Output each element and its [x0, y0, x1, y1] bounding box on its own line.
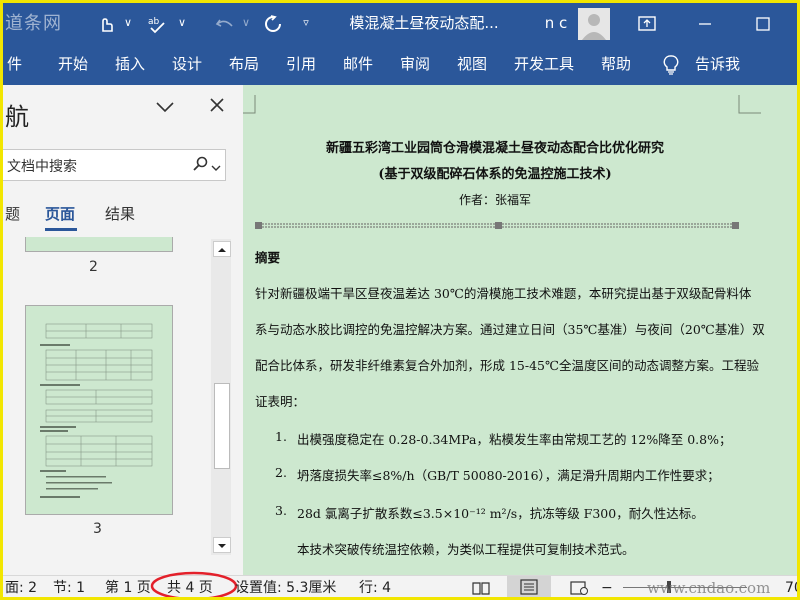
document-page[interactable]: 新疆五彩湾工业园筒仓滑模混凝土昼夜动态配合比优化研究 (基于双级配碎石体系的免温… — [243, 85, 797, 575]
tab-help[interactable]: 帮助 — [601, 43, 631, 85]
status-section[interactable]: 节: 1 — [53, 576, 85, 597]
list-item: 坍落度损失率≤8%/h（GB/T 50080-2016），满足滑升周期内工作性要… — [297, 468, 720, 483]
chevron-down-icon[interactable]: ∨ — [175, 3, 189, 43]
minimize-icon[interactable] — [693, 3, 717, 43]
closing-sentence: 本技术突破传统温控依赖，为类似工程提供可复制技术范式。 — [297, 542, 635, 557]
page-thumbnail[interactable] — [25, 237, 173, 252]
tab-review[interactable]: 审阅 — [400, 43, 430, 85]
tab-design[interactable]: 设计 — [172, 43, 202, 85]
close-icon[interactable] — [209, 97, 225, 117]
ribbon-display-options-icon[interactable] — [635, 3, 659, 43]
avatar[interactable] — [578, 3, 610, 43]
horizontal-line-shape[interactable] — [255, 221, 741, 231]
list-number: 1. — [275, 429, 287, 444]
body-text-line: 针对新疆极端干旱区昼夜温差达 30℃的滑模施工技术难题，本研究提出基于双级配骨料… — [255, 286, 752, 301]
tab-results[interactable]: 结果 — [105, 203, 135, 224]
chevron-down-icon[interactable]: ∨ — [239, 3, 253, 43]
watermark-logo: 道条网 — [5, 13, 62, 34]
svg-text:ab: ab — [148, 17, 160, 27]
spelling-icon[interactable]: ab — [145, 3, 169, 43]
tab-references[interactable]: 引用 — [286, 43, 316, 85]
page-thumbnail[interactable] — [25, 305, 173, 515]
document-title: 模混凝土昼夜动态配... — [349, 14, 499, 32]
abstract-heading: 摘要 — [255, 250, 281, 265]
body-text-line: 系与动态水胶比调控的免温控解决方案。通过建立日间（35℃基准）与夜间（20℃基准… — [255, 322, 765, 337]
nav-pane-title: 航 — [5, 103, 29, 131]
zoom-out-icon[interactable]: − — [601, 576, 613, 597]
scroll-up-button[interactable] — [213, 241, 231, 257]
chevron-down-icon[interactable]: ∨ — [121, 3, 135, 43]
tab-file[interactable]: 件 — [7, 43, 22, 85]
list-number: 2. — [275, 465, 287, 480]
read-mode-icon[interactable] — [471, 576, 491, 597]
undo-icon[interactable] — [213, 3, 237, 43]
title-bar: 道条网 ∨ ab ∨ ∨ ▿ 模混凝土昼夜动态配... n c — [3, 3, 797, 43]
list-item: 28d 氯离子扩散系数≤3.5×10⁻¹² m²/s，抗冻等级 F300，耐久性… — [297, 506, 704, 521]
lightbulb-icon[interactable] — [663, 43, 679, 85]
tab-layout[interactable]: 布局 — [229, 43, 259, 85]
page-number-label: 3 — [93, 521, 102, 537]
status-vertical-position[interactable]: 设置值: 5.3厘米 — [235, 576, 336, 597]
tab-pages[interactable]: 页面 — [45, 203, 75, 224]
tab-home[interactable]: 开始 — [58, 43, 88, 85]
status-page-number[interactable]: 面: 2 — [5, 576, 37, 597]
nav-scrollbar[interactable] — [211, 239, 231, 555]
print-layout-icon — [520, 579, 538, 595]
list-number: 3. — [275, 503, 287, 518]
tab-developer[interactable]: 开发工具 — [514, 43, 574, 85]
body-text-line: 配合比体系，研发非纤维素复合外加剂，形成 15-45℃全温度区间的动态调整方案。… — [255, 358, 759, 373]
tell-me-search[interactable]: 告诉我 — [695, 43, 740, 85]
document-author: 作者：张福军 — [458, 193, 531, 207]
page-number-label: 2 — [89, 259, 98, 275]
navigation-pane: 航 文档中搜索 题 页面 结果 2 3 — [3, 85, 243, 575]
user-name[interactable]: n c — [541, 3, 571, 43]
scroll-thumb[interactable] — [214, 383, 230, 469]
web-layout-icon[interactable] — [569, 576, 589, 597]
chevron-down-icon[interactable] — [211, 158, 221, 177]
redo-icon[interactable] — [261, 3, 285, 43]
zoom-level[interactable]: 70 — [785, 576, 797, 597]
search-input[interactable]: 文档中搜索 — [3, 149, 226, 181]
active-tab-indicator — [45, 228, 77, 231]
tab-headings[interactable]: 题 — [5, 203, 20, 224]
scroll-down-button[interactable] — [213, 537, 231, 553]
tab-insert[interactable]: 插入 — [115, 43, 145, 85]
thumbnail-content — [40, 323, 153, 498]
body-text-line: 证表明： — [255, 394, 306, 409]
search-placeholder: 文档中搜索 — [7, 159, 77, 175]
status-page[interactable]: 第 1 页 — [105, 576, 151, 597]
ribbon-tabs: 件 开始 插入 设计 布局 引用 邮件 审阅 视图 开发工具 帮助 告诉我 — [3, 43, 797, 85]
status-line[interactable]: 行: 4 — [359, 576, 391, 597]
chevron-down-icon[interactable] — [155, 99, 175, 118]
word-window: 道条网 ∨ ab ∨ ∨ ▿ 模混凝土昼夜动态配... n c 件 开始 插入 … — [0, 0, 800, 600]
status-bar: 面: 2 节: 1 第 1 页 共 4 页 设置值: 5.3厘米 行: 4 − … — [3, 571, 797, 597]
tab-mailings[interactable]: 邮件 — [343, 43, 373, 85]
restore-icon[interactable] — [751, 3, 775, 43]
list-item: 出模强度稳定在 0.28-0.34MPa，粘模发生率由常规工艺的 12%降至 0… — [297, 432, 732, 447]
touch-mode-icon[interactable] — [95, 3, 117, 43]
document-title: 新疆五彩湾工业园筒仓滑模混凝土昼夜动态配合比优化研究 — [325, 141, 664, 156]
watermark-url: www.cndao.com — [647, 579, 771, 597]
print-layout-button[interactable] — [507, 576, 551, 597]
customize-toolbar-icon[interactable]: ▿ — [299, 3, 313, 43]
search-icon[interactable] — [193, 156, 209, 176]
highlight-circle — [150, 571, 238, 597]
tab-view[interactable]: 视图 — [457, 43, 487, 85]
document-subtitle: (基于双级配碎石体系的免温控施工技术) — [378, 167, 612, 182]
